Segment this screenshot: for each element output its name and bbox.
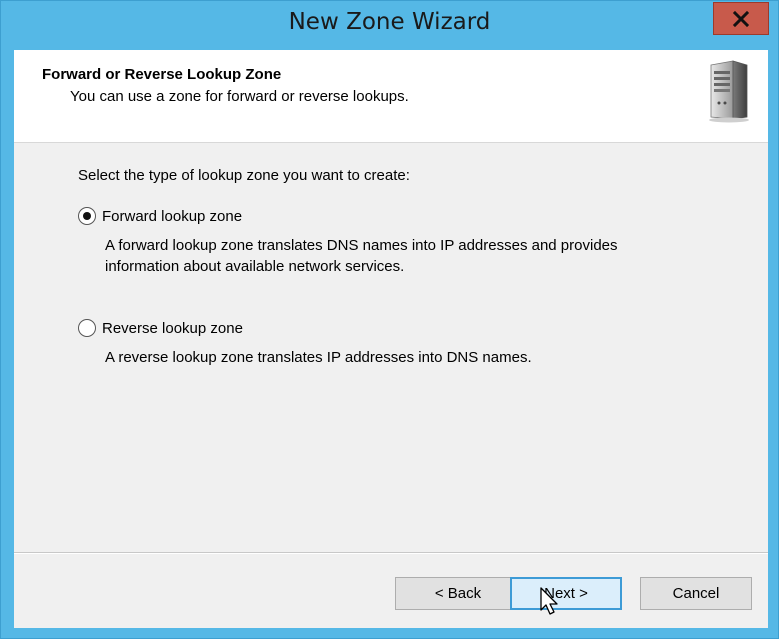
- next-button[interactable]: Next >: [510, 577, 622, 610]
- reverse-description-line-1: A reverse lookup zone translates IP addr…: [105, 349, 532, 366]
- selection-prompt: Select the type of lookup zone you want …: [78, 167, 410, 184]
- reverse-lookup-description: A reverse lookup zone translates IP addr…: [105, 347, 532, 368]
- wizard-client-area: Forward or Reverse Lookup Zone You can u…: [14, 50, 768, 628]
- close-icon: [732, 10, 750, 27]
- title-bar[interactable]: New Zone Wizard: [1, 1, 778, 47]
- close-button[interactable]: [713, 2, 769, 35]
- footer-separator: [14, 552, 768, 554]
- server-icon: [709, 60, 749, 123]
- wizard-header: Forward or Reverse Lookup Zone You can u…: [14, 50, 768, 143]
- cancel-button[interactable]: Cancel: [640, 577, 752, 610]
- radio-button-unselected[interactable]: [78, 319, 96, 337]
- page-subtitle: You can use a zone for forward or revers…: [70, 88, 409, 105]
- radio-button-selected[interactable]: [78, 207, 96, 225]
- window-title: New Zone Wizard: [288, 9, 491, 35]
- forward-lookup-radio[interactable]: Forward lookup zone: [78, 207, 242, 225]
- forward-lookup-label: Forward lookup zone: [102, 207, 243, 225]
- forward-lookup-description: A forward lookup zone translates DNS nam…: [105, 235, 618, 277]
- forward-description-line-2: information about available network serv…: [105, 258, 405, 275]
- forward-description-line-1: A forward lookup zone translates DNS nam…: [105, 237, 618, 254]
- reverse-lookup-label: Reverse lookup zone: [102, 319, 243, 337]
- wizard-window: New Zone Wizard Forward or Reverse Looku…: [0, 0, 779, 639]
- page-title: Forward or Reverse Lookup Zone: [42, 66, 282, 83]
- reverse-lookup-radio[interactable]: Reverse lookup zone: [78, 319, 243, 337]
- back-button[interactable]: < Back: [395, 577, 521, 610]
